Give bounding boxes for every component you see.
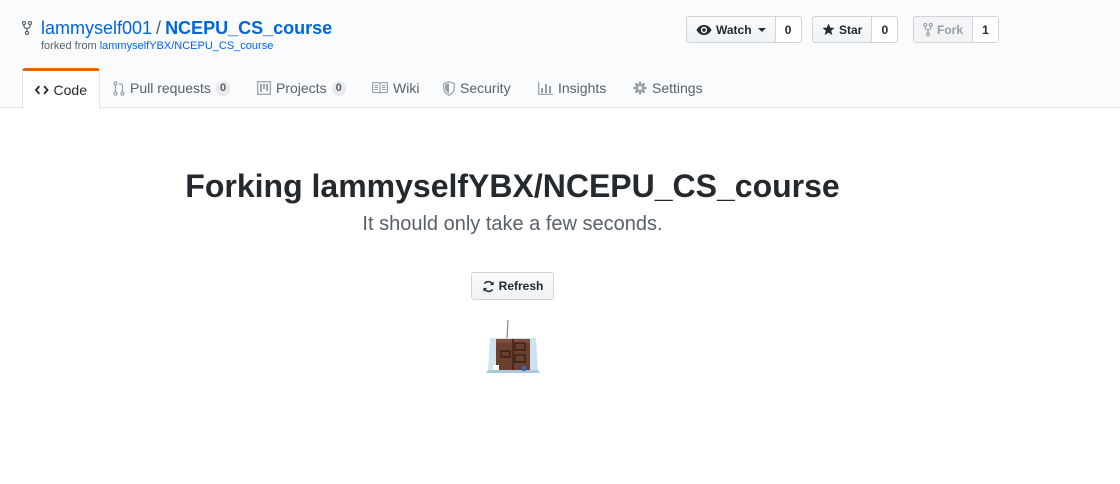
pull-requests-counter: 0 [215,80,231,96]
repo-forked-icon [923,23,933,36]
fork-label: Fork [937,22,964,37]
tab-settings[interactable]: Settings [621,68,715,108]
star-button[interactable]: Star [812,16,873,43]
fork-count[interactable]: 1 [973,16,1000,43]
repo-owner-link[interactable]: lammyself001 [41,18,152,38]
forked-from-link[interactable]: lammyselfYBX/NCEPU_CS_course [100,40,274,52]
watch-count[interactable]: 0 [775,16,802,43]
watch-button[interactable]: Watch [686,16,776,43]
star-action: Star 0 [812,16,899,43]
fork-button[interactable]: Fork [913,16,974,43]
tab-settings-label: Settings [652,80,703,96]
tab-security-label: Security [460,80,511,96]
fork-action: Fork 1 [913,16,1000,43]
git-pull-request-icon [113,80,125,96]
watch-action: Watch 0 [686,16,802,43]
graph-icon [538,81,553,95]
tab-projects[interactable]: Projects 0 [245,68,358,108]
repo-name-link[interactable]: NCEPU_CS_course [165,18,332,38]
forking-subheading: It should only take a few seconds. [362,213,663,235]
watch-label: Watch [716,22,752,37]
tab-code[interactable]: Code [22,68,100,109]
tab-security[interactable]: Security [431,68,523,108]
projects-counter: 0 [331,80,346,96]
forking-heading: Forking lammyselfYBX/NCEPU_CS_course [185,168,840,204]
chevron-down-icon [757,27,766,32]
shield-icon [443,80,455,96]
eye-icon [696,24,712,35]
tab-insights-label: Insights [558,80,607,96]
star-count[interactable]: 0 [872,16,899,43]
refresh-button[interactable]: Refresh [471,272,554,300]
gear-icon [633,81,647,95]
tab-projects-label: Projects [276,80,327,96]
tab-code-label: Code [53,82,87,98]
forked-from-prefix: forked from [41,40,97,52]
path-separator: / [156,18,162,38]
repo-title: lammyself001/NCEPU_CS_course [41,17,332,39]
forking-book-illustration [486,319,540,373]
tab-insights[interactable]: Insights [526,68,618,108]
tab-wiki[interactable]: Wiki [360,68,431,108]
tab-pull-requests-label: Pull requests [130,80,211,96]
star-icon [822,23,835,36]
tab-pull-requests[interactable]: Pull requests 0 [101,68,242,108]
refresh-label: Refresh [498,279,544,293]
tab-wiki-label: Wiki [393,80,420,96]
book-icon [372,82,388,94]
forked-from-note: forked from lammyselfYBX/NCEPU_CS_course [41,40,273,52]
code-icon [35,85,49,95]
project-icon [257,81,271,95]
sync-icon [483,280,494,292]
star-label: Star [839,22,863,37]
repo-forked-icon [22,21,32,35]
repo-header: lammyself001/NCEPU_CS_course forked from… [0,0,1120,109]
